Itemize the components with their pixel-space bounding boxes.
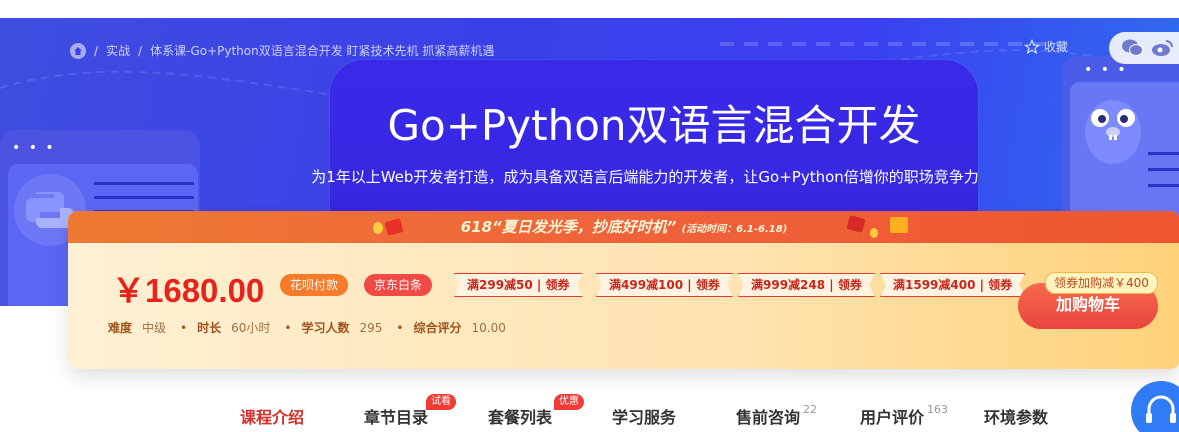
- window-dots-icon: • • •: [12, 140, 56, 156]
- tab-intro[interactable]: 课程介绍: [240, 404, 364, 428]
- meta-key-duration: 时长: [197, 321, 222, 335]
- tab-count: 163: [927, 402, 949, 416]
- meta-key-level: 难度: [108, 321, 133, 335]
- collect-button[interactable]: 收藏: [1024, 38, 1068, 55]
- promo-slogan: 618“夏日发光季，抄底好时机” (活动时间：6.1-6.18): [68, 211, 1179, 243]
- course-tabs: 课程介绍 章节目录 试看 套餐列表 优惠 学习服务 售前咨询 22 用户评价 163…: [240, 394, 1108, 428]
- coupon-499[interactable]: 满499减100 | 领券: [596, 273, 733, 297]
- meta-separator: •: [284, 320, 292, 335]
- gift-icon: [846, 215, 908, 238]
- code-lines-decoration: [1148, 152, 1179, 187]
- tab-packages[interactable]: 套餐列表 优惠: [488, 394, 612, 428]
- tab-count: 22: [803, 402, 818, 416]
- course-meta: 难度 中级 • 时长 60小时 • 学习人数 295 • 综合评分 10.00: [108, 319, 510, 336]
- tab-label: 用户评价: [860, 408, 925, 427]
- support-headset-icon: [1146, 395, 1176, 423]
- gopher-pane: [1070, 82, 1179, 218]
- weibo-icon[interactable]: [1151, 38, 1173, 58]
- tab-label: 章节目录: [364, 408, 429, 427]
- tab-label: 售前咨询: [736, 408, 801, 427]
- breadcrumb-separator: /: [94, 43, 99, 58]
- course-title: Go+Python双语言混合开发: [387, 101, 921, 150]
- coupon-999[interactable]: 满999减248 | 领券: [738, 273, 875, 297]
- coupon-1599[interactable]: 满1599减400 | 领券: [880, 273, 1026, 297]
- promo-period: (活动时间：6.1-6.18): [681, 224, 788, 235]
- window-dots-icon: • • •: [1084, 62, 1128, 78]
- home-icon[interactable]: [70, 42, 86, 59]
- tab-reviews[interactable]: 用户评价 163: [860, 402, 984, 428]
- tab-label: 环境参数: [984, 408, 1049, 427]
- support-button[interactable]: [1131, 381, 1179, 432]
- tab-presale[interactable]: 售前咨询 22: [736, 402, 860, 428]
- tab-label: 套餐列表: [488, 408, 553, 427]
- promo-card: 618“夏日发光季，抄底好时机” (活动时间：6.1-6.18) ￥1680.0…: [68, 211, 1179, 369]
- tab-environment[interactable]: 环境参数: [984, 404, 1108, 428]
- coupon-299[interactable]: 满299减50 | 领券: [454, 273, 583, 297]
- collect-label: 收藏: [1044, 40, 1069, 54]
- meta-key-rating: 综合评分: [413, 321, 462, 335]
- course-price: ￥1680.00: [112, 272, 265, 309]
- meta-value-duration: 60小时: [231, 321, 271, 335]
- jd-baitiao-tag[interactable]: 京东白条: [364, 274, 433, 296]
- star-icon: [1024, 38, 1040, 54]
- discount-tip-badge: 领券加购减￥400: [1045, 272, 1158, 294]
- course-subtitle: 为1年以上Web开发者打造，成为具备双语言后端能力的开发者，让Go+Python…: [311, 168, 979, 186]
- gopher-window-decoration: • • •: [1062, 56, 1179, 226]
- meta-separator: •: [180, 320, 188, 335]
- huabei-tag[interactable]: 花呗付款: [280, 274, 349, 296]
- trial-badge: 试看: [426, 394, 456, 410]
- promo-strip: 618“夏日发光季，抄底好时机” (活动时间：6.1-6.18): [68, 211, 1179, 243]
- gopher-icon: [1085, 100, 1141, 164]
- breadcrumb-item[interactable]: 体系课-Go+Python双语言混合开发 盯紧技术先机 抓紧高薪机遇: [150, 42, 494, 59]
- meta-key-learners: 学习人数: [301, 321, 350, 335]
- meta-value-level: 中级: [142, 321, 167, 335]
- wechat-icon[interactable]: [1121, 38, 1143, 58]
- meta-value-learners: 295: [359, 320, 383, 335]
- tab-chapters[interactable]: 章节目录 试看: [364, 394, 488, 428]
- tab-label: 课程介绍: [240, 408, 305, 427]
- promo-slogan-text: 618“夏日发光季，抄底好时机”: [460, 218, 677, 236]
- page-root: • • • • • • / 实战 / 体系课-Go+Python双语言混合开发 …: [0, 0, 1179, 432]
- discount-badge: 优惠: [554, 394, 584, 410]
- tab-label: 学习服务: [612, 408, 677, 427]
- breadcrumb-item[interactable]: 实战: [106, 42, 130, 59]
- meta-value-rating: 10.00: [471, 320, 506, 335]
- breadcrumb-separator: /: [138, 43, 143, 58]
- share-box: [1109, 32, 1179, 64]
- tab-services[interactable]: 学习服务: [612, 404, 736, 428]
- breadcrumb: / 实战 / 体系课-Go+Python双语言混合开发 盯紧技术先机 抓紧高薪机…: [70, 42, 494, 59]
- meta-separator: •: [396, 320, 404, 335]
